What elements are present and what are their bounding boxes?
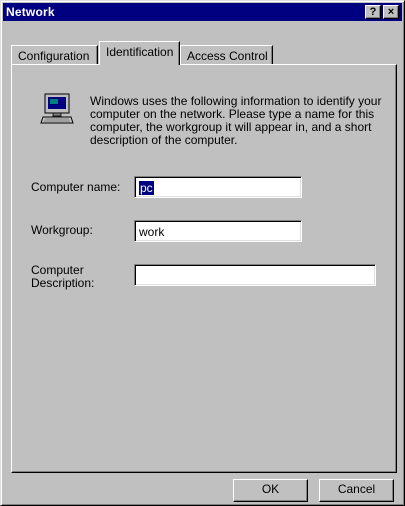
computer-name-label: Computer name: (31, 180, 121, 194)
network-computer-icon (40, 93, 74, 124)
help-button[interactable]: ? (365, 5, 381, 19)
tab-identification[interactable]: Identification (99, 41, 180, 65)
title-bar[interactable]: Network ? × (3, 3, 402, 21)
tab-configuration[interactable]: Configuration (11, 45, 98, 65)
cancel-button[interactable]: Cancel (319, 479, 394, 502)
computer-description-label: Computer Description: (31, 263, 95, 290)
workgroup-label: Workgroup: (31, 223, 93, 237)
ok-button[interactable]: OK (233, 479, 308, 502)
computer-description-input[interactable] (134, 264, 376, 286)
window-title: Network (6, 5, 55, 19)
network-dialog: Network ? × Configuration Identification… (0, 0, 405, 506)
computer-name-input[interactable]: pc (134, 176, 302, 198)
tab-access-control[interactable]: Access Control (180, 45, 273, 65)
close-button[interactable]: × (383, 5, 399, 19)
info-text: Windows uses the following information t… (90, 94, 382, 147)
workgroup-input[interactable]: work (134, 220, 302, 242)
identification-panel: Windows uses the following information t… (11, 64, 397, 473)
computer-name-value: pc (139, 181, 154, 195)
